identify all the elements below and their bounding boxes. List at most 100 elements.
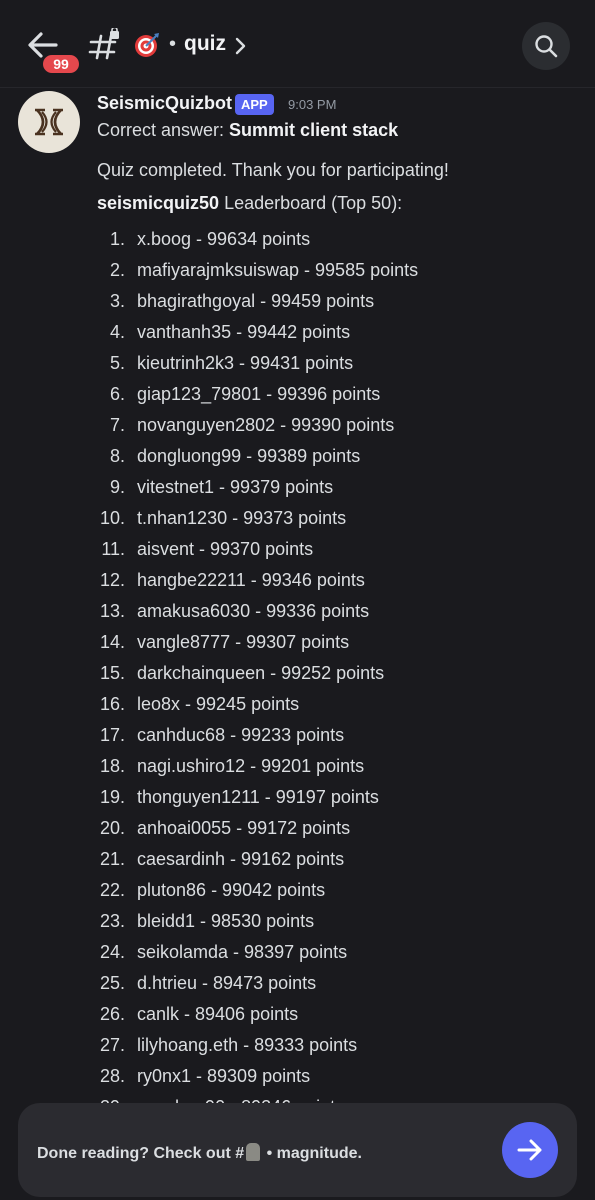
leaderboard-row: 8. dongluong99 - 99389 points xyxy=(97,444,577,475)
leaderboard-entry: x.boog - 99634 points xyxy=(137,229,311,249)
leaderboard-row: 14. vangle8777 - 99307 points xyxy=(97,630,577,661)
leaderboard-rank: 27. xyxy=(99,1035,125,1055)
leaderboard-row: 17. canhduc68 - 99233 points xyxy=(97,723,577,754)
search-button[interactable] xyxy=(522,22,570,70)
leaderboard-rank: 9. xyxy=(109,477,125,497)
leaderboard-entry: thonguyen1211 - 99197 points xyxy=(137,787,379,807)
leaderboard-entry: anhoai0055 - 99172 points xyxy=(137,818,351,838)
author-name[interactable]: SeismicQuizbot xyxy=(97,93,232,114)
leaderboard-row: 2. mafiyarajmksuiswap - 99585 points xyxy=(97,258,577,289)
leaderboard-rank: 6. xyxy=(109,384,125,404)
leaderboard-title: seismicquiz50 Leaderboard (Top 50): xyxy=(97,193,402,214)
app-tag: APP xyxy=(235,94,274,115)
avatar[interactable] xyxy=(18,91,80,153)
leaderboard-row: 12. hangbe22211 - 99346 points xyxy=(97,568,577,599)
moai-icon xyxy=(246,1143,261,1161)
leaderboard-entry: vanthanh35 - 99442 points xyxy=(137,322,351,342)
arrow-right-icon xyxy=(517,1139,542,1161)
leaderboard-rank: 17. xyxy=(99,725,125,745)
leaderboard-rank: 10. xyxy=(99,508,125,528)
channel-name[interactable]: quiz xyxy=(184,32,226,56)
leaderboard-rank: 25. xyxy=(99,973,125,993)
leaderboard-row: 27. lilyhoang.eth - 89333 points xyxy=(97,1033,577,1064)
leaderboard-row: 5. kieutrinh2k3 - 99431 points xyxy=(97,351,577,382)
leaderboard-row: 25. d.htrieu - 89473 points xyxy=(97,971,577,1002)
channel-header: 99 • quiz xyxy=(0,0,595,88)
channel-separator: • xyxy=(169,33,177,55)
leaderboard-row: 22. pluton86 - 99042 points xyxy=(97,878,577,909)
correct-answer-prefix: Correct answer: xyxy=(97,120,230,140)
leaderboard-rank: 15. xyxy=(99,663,125,683)
leaderboard-entry: nagi.ushiro12 - 99201 points xyxy=(137,756,365,776)
leaderboard-entry: bleidd1 - 98530 points xyxy=(137,911,315,931)
leaderboard-entry: ry0nx1 - 89309 points xyxy=(137,1066,311,1086)
leaderboard-entry: d.htrieu - 89473 points xyxy=(137,973,317,993)
leaderboard-rank: 26. xyxy=(99,1004,125,1024)
leaderboard-rank: 24. xyxy=(99,942,125,962)
timestamp: 9:03 PM xyxy=(288,97,337,112)
leaderboard-rank: 11. xyxy=(101,539,125,559)
leaderboard-row: 6. giap123_79801 - 99396 points xyxy=(97,382,577,413)
leaderboard-rank: 7. xyxy=(109,415,125,435)
go-to-channel-button[interactable] xyxy=(502,1122,558,1178)
correct-answer: Summit client stack xyxy=(229,120,399,140)
leaderboard-row: 26. canlk - 89406 points xyxy=(97,1002,577,1033)
leaderboard-row: 9. vitestnet1 - 99379 points xyxy=(97,475,577,506)
leaderboard-rank: 13. xyxy=(99,601,125,621)
leaderboard-rank: 8. xyxy=(109,446,125,466)
done-reading-banner[interactable]: Done reading? Check out # • magnitude. xyxy=(18,1103,577,1197)
leaderboard-row: 4. vanthanh35 - 99442 points xyxy=(97,320,577,351)
unread-badge: 99 xyxy=(41,53,81,75)
leaderboard-row: 1. x.boog - 99634 points xyxy=(97,227,577,258)
leaderboard-row: 3. bhagirathgoyal - 99459 points xyxy=(97,289,577,320)
next-channel-name: • magnitude. xyxy=(262,1145,362,1162)
target-icon xyxy=(134,32,160,58)
leaderboard-rank: 5. xyxy=(109,353,125,373)
leaderboard-row: 7. novanguyen2802 - 99390 points xyxy=(97,413,577,444)
leaderboard-row: 28. ry0nx1 - 89309 points xyxy=(97,1064,577,1095)
leaderboard-rank: 23. xyxy=(99,911,125,931)
leaderboard-rank: 16. xyxy=(99,694,125,714)
leaderboard-row: 10. t.nhan1230 - 99373 points xyxy=(97,506,577,537)
leaderboard-row: 13. amakusa6030 - 99336 points xyxy=(97,599,577,630)
leaderboard-rank: 28. xyxy=(99,1066,125,1086)
leaderboard-row: 23. bleidd1 - 98530 points xyxy=(97,909,577,940)
leaderboard-entry: pluton86 - 99042 points xyxy=(137,880,326,900)
seismic-logo-icon xyxy=(35,108,63,136)
leaderboard-rank: 19. xyxy=(99,787,125,807)
leaderboard-row: 19. thonguyen1211 - 99197 points xyxy=(97,785,577,816)
leaderboard-entry: hangbe22211 - 99346 points xyxy=(137,570,365,590)
leaderboard-entry: amakusa6030 - 99336 points xyxy=(137,601,370,621)
leaderboard-name: seismicquiz50 xyxy=(97,193,220,213)
leaderboard-rank: 12. xyxy=(99,570,125,590)
done-reading-prefix: Done reading? Check out # xyxy=(37,1145,245,1162)
leaderboard-entry: darkchainqueen - 99252 points xyxy=(137,663,385,683)
search-icon xyxy=(535,35,558,58)
leaderboard-row: 11. aisvent - 99370 points xyxy=(97,537,577,568)
leaderboard-rank: 1. xyxy=(109,229,125,249)
leaderboard-entry: lilyhoang.eth - 89333 points xyxy=(137,1035,358,1055)
leaderboard-entry: vitestnet1 - 99379 points xyxy=(137,477,334,497)
threads-icon xyxy=(88,26,122,62)
leaderboard-entry: aisvent - 99370 points xyxy=(137,539,314,559)
leaderboard-rank: 21. xyxy=(99,849,125,869)
leaderboard-row: 18. nagi.ushiro12 - 99201 points xyxy=(97,754,577,785)
leaderboard-entry: canhduc68 - 99233 points xyxy=(137,725,345,745)
chevron-right-icon[interactable] xyxy=(233,36,247,56)
leaderboard-list: 1. x.boog - 99634 points 2. mafiyarajmksuis… xyxy=(97,227,577,1108)
leaderboard-entry: giap123_79801 - 99396 points xyxy=(137,384,381,404)
leaderboard-rank: 4. xyxy=(109,322,125,342)
correct-answer-line: Correct answer: Summit client stack xyxy=(97,120,398,141)
bot-message: SeismicQuizbot APP 9:03 PM Correct answe… xyxy=(0,88,595,1108)
leaderboard-suffix: Leaderboard (Top 50): xyxy=(219,193,403,213)
leaderboard-row: 21. caesardinh - 99162 points xyxy=(97,847,577,878)
leaderboard-entry: caesardinh - 99162 points xyxy=(137,849,345,869)
done-reading-text: Done reading? Check out # • magnitude. xyxy=(37,1143,362,1163)
leaderboard-entry: vangle8777 - 99307 points xyxy=(137,632,350,652)
leaderboard-entry: dongluong99 - 99389 points xyxy=(137,446,361,466)
leaderboard-rank: 2. xyxy=(109,260,125,280)
leaderboard-entry: mafiyarajmksuiswap - 99585 points xyxy=(137,260,419,280)
leaderboard-entry: t.nhan1230 - 99373 points xyxy=(137,508,347,528)
leaderboard-rank: 18. xyxy=(99,756,125,776)
leaderboard-row: 16. leo8x - 99245 points xyxy=(97,692,577,723)
